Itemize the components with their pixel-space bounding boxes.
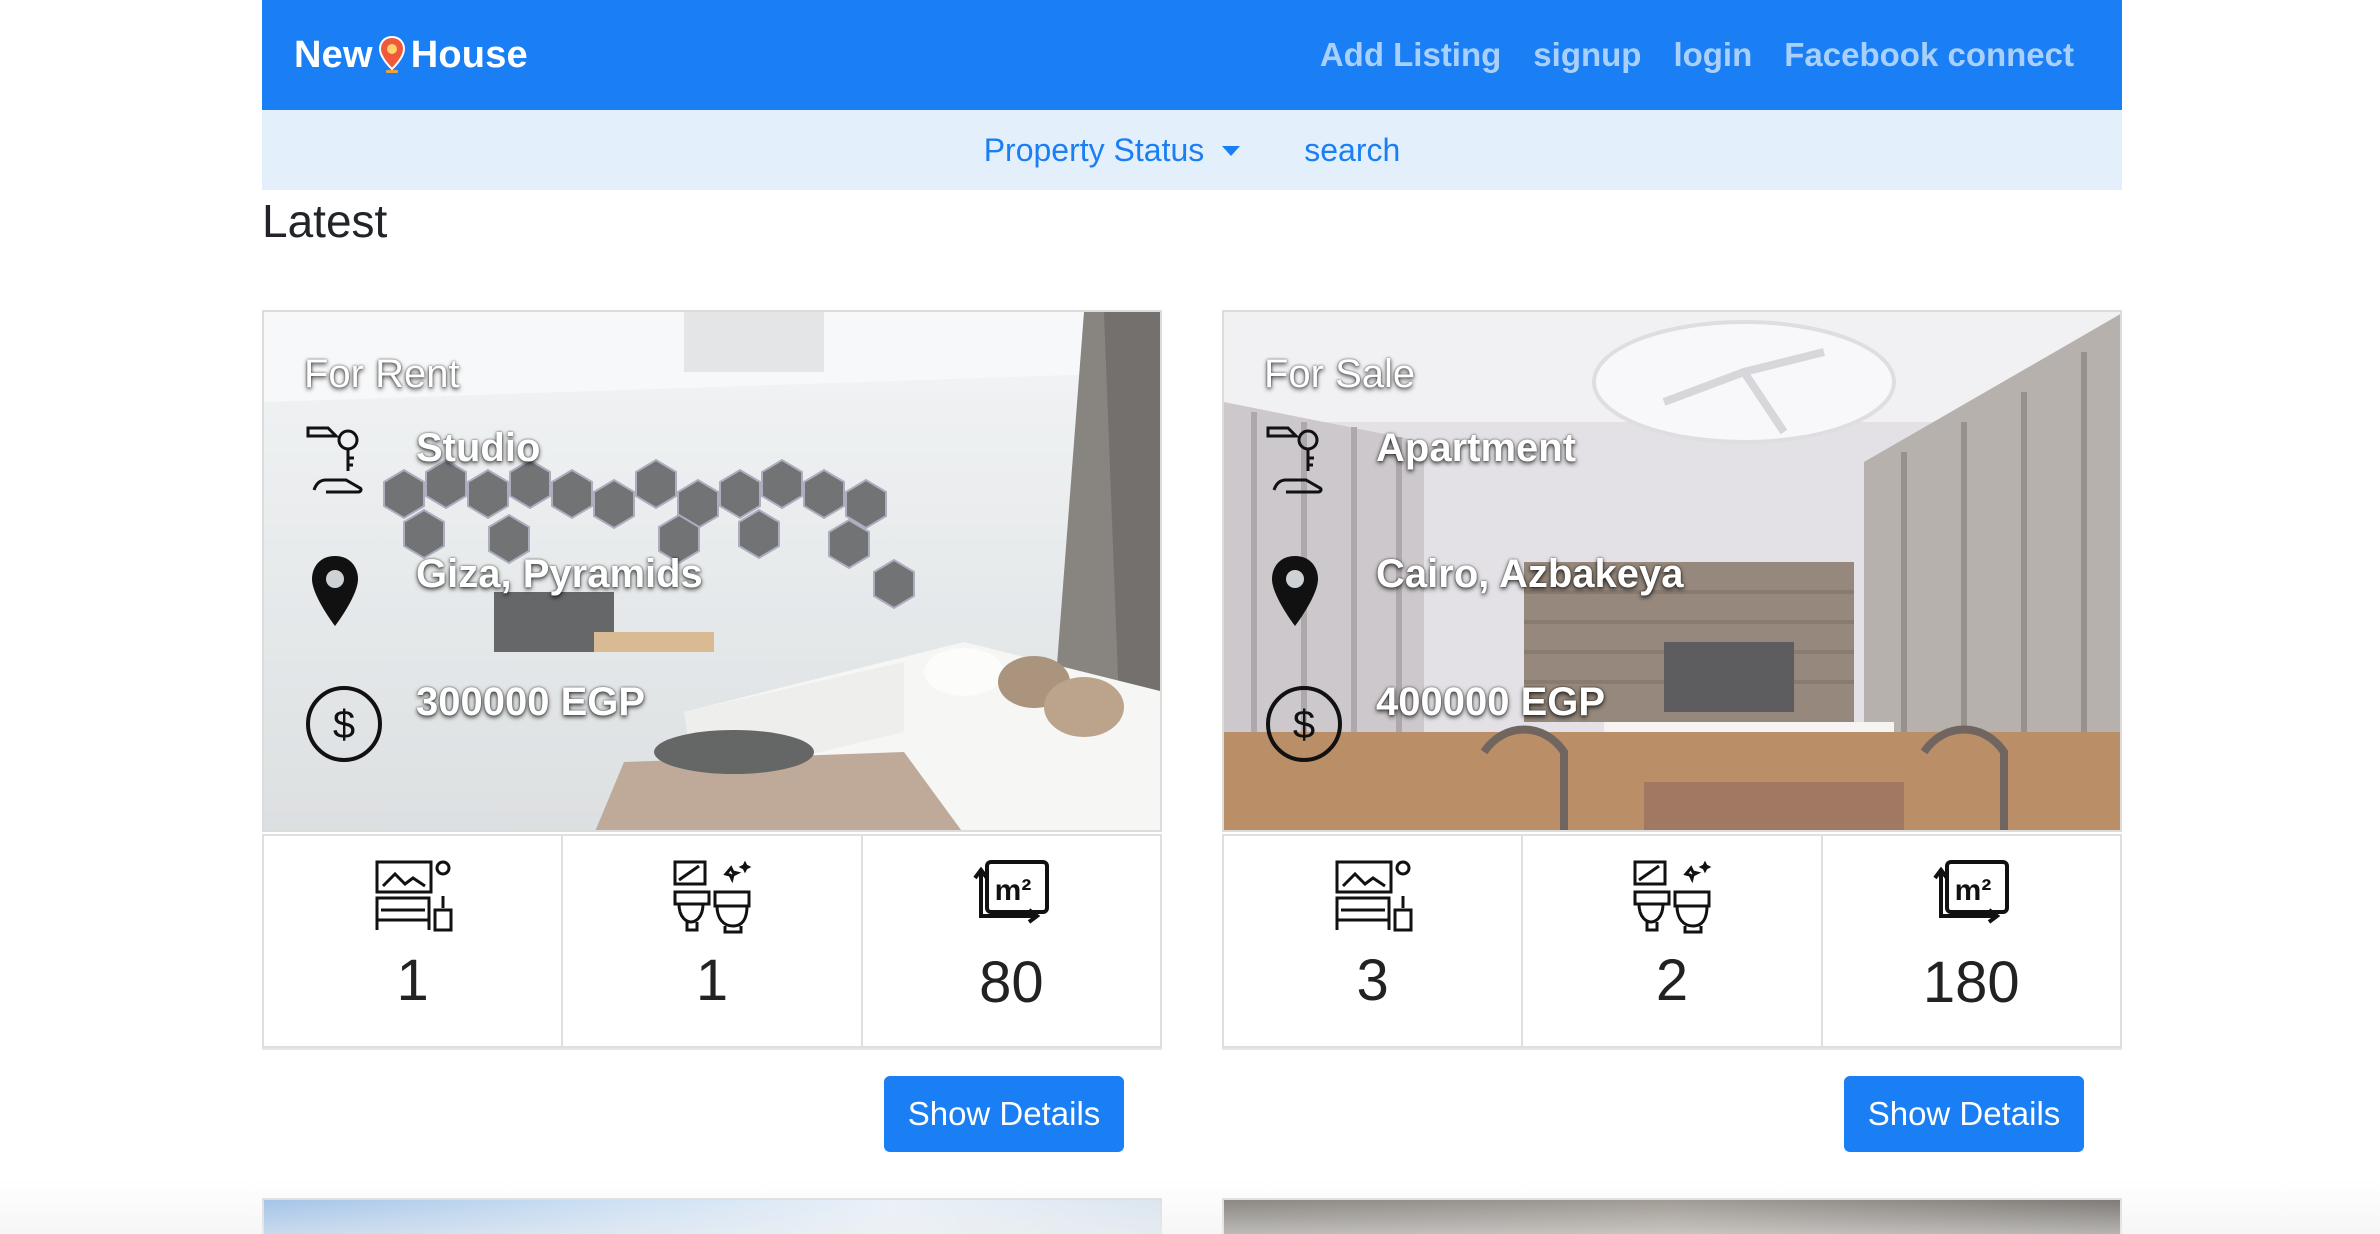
listing-photo[interactable]: For Rent Studio Giza, Pyramids $ 300000 …: [262, 310, 1162, 832]
bedrooms-count: 1: [396, 948, 429, 1013]
card-footer: Show Details: [1222, 1048, 2122, 1160]
location-pin-icon: [1264, 552, 1326, 637]
listing-location: Giza, Pyramids: [416, 552, 703, 596]
listing-status: For Rent: [304, 352, 460, 396]
bathrooms-stat: 2: [1523, 836, 1823, 1046]
listing-stats: 3 2 m² 180: [1222, 834, 2122, 1048]
svg-text:$: $: [333, 703, 355, 747]
dollar-coin-icon: $: [304, 684, 384, 769]
bathrooms-stat: 1: [563, 836, 863, 1046]
svg-text:$: $: [1293, 703, 1315, 747]
listing-stats: 1 1 m² 80: [262, 834, 1162, 1048]
show-details-button[interactable]: Show Details: [1844, 1076, 2084, 1152]
area-value: 180: [1922, 950, 2020, 1015]
svg-text:m²: m²: [1955, 874, 1992, 907]
listing-card: For Rent Studio Giza, Pyramids $ 300000 …: [262, 310, 1162, 1160]
listing-card: For Sale Apartment Cairo, Azbakeya $ 400…: [1222, 310, 2122, 1160]
square-meter-icon: m²: [1931, 858, 2011, 943]
bedrooms-count: 3: [1356, 948, 1389, 1013]
square-meter-icon: m²: [971, 858, 1051, 943]
listing-price: 300000 EGP: [416, 680, 646, 724]
bathrooms-count: 2: [1655, 948, 1689, 1013]
area-stat: m² 180: [1823, 836, 2120, 1046]
dollar-coin-icon: $: [1264, 684, 1344, 769]
bathroom-icon: [671, 858, 753, 941]
bottom-fade: [0, 1180, 2380, 1234]
area-value: 80: [979, 950, 1044, 1015]
listing-type: Apartment: [1376, 426, 1577, 470]
listing-location: Cairo, Azbakeya: [1376, 552, 1684, 596]
bedrooms-stat: 1: [264, 836, 564, 1046]
svg-text:m²: m²: [995, 874, 1032, 907]
key-handover-icon: [304, 420, 366, 505]
show-details-button[interactable]: Show Details: [884, 1076, 1124, 1152]
listing-type: Studio: [416, 426, 541, 470]
listing-price: 400000 EGP: [1376, 680, 1606, 724]
listing-status: For Sale: [1264, 352, 1416, 396]
bedrooms-stat: 3: [1224, 836, 1524, 1046]
area-stat: m² 80: [863, 836, 1160, 1046]
bedroom-icon: [373, 858, 453, 941]
bathroom-icon: [1631, 858, 1713, 941]
key-handover-icon: [1264, 420, 1326, 505]
card-footer: Show Details: [262, 1048, 1162, 1160]
listing-photo[interactable]: For Sale Apartment Cairo, Azbakeya $ 400…: [1222, 310, 2122, 832]
bedroom-icon: [1333, 858, 1413, 941]
bathrooms-count: 1: [695, 948, 729, 1013]
location-pin-icon: [304, 552, 366, 637]
